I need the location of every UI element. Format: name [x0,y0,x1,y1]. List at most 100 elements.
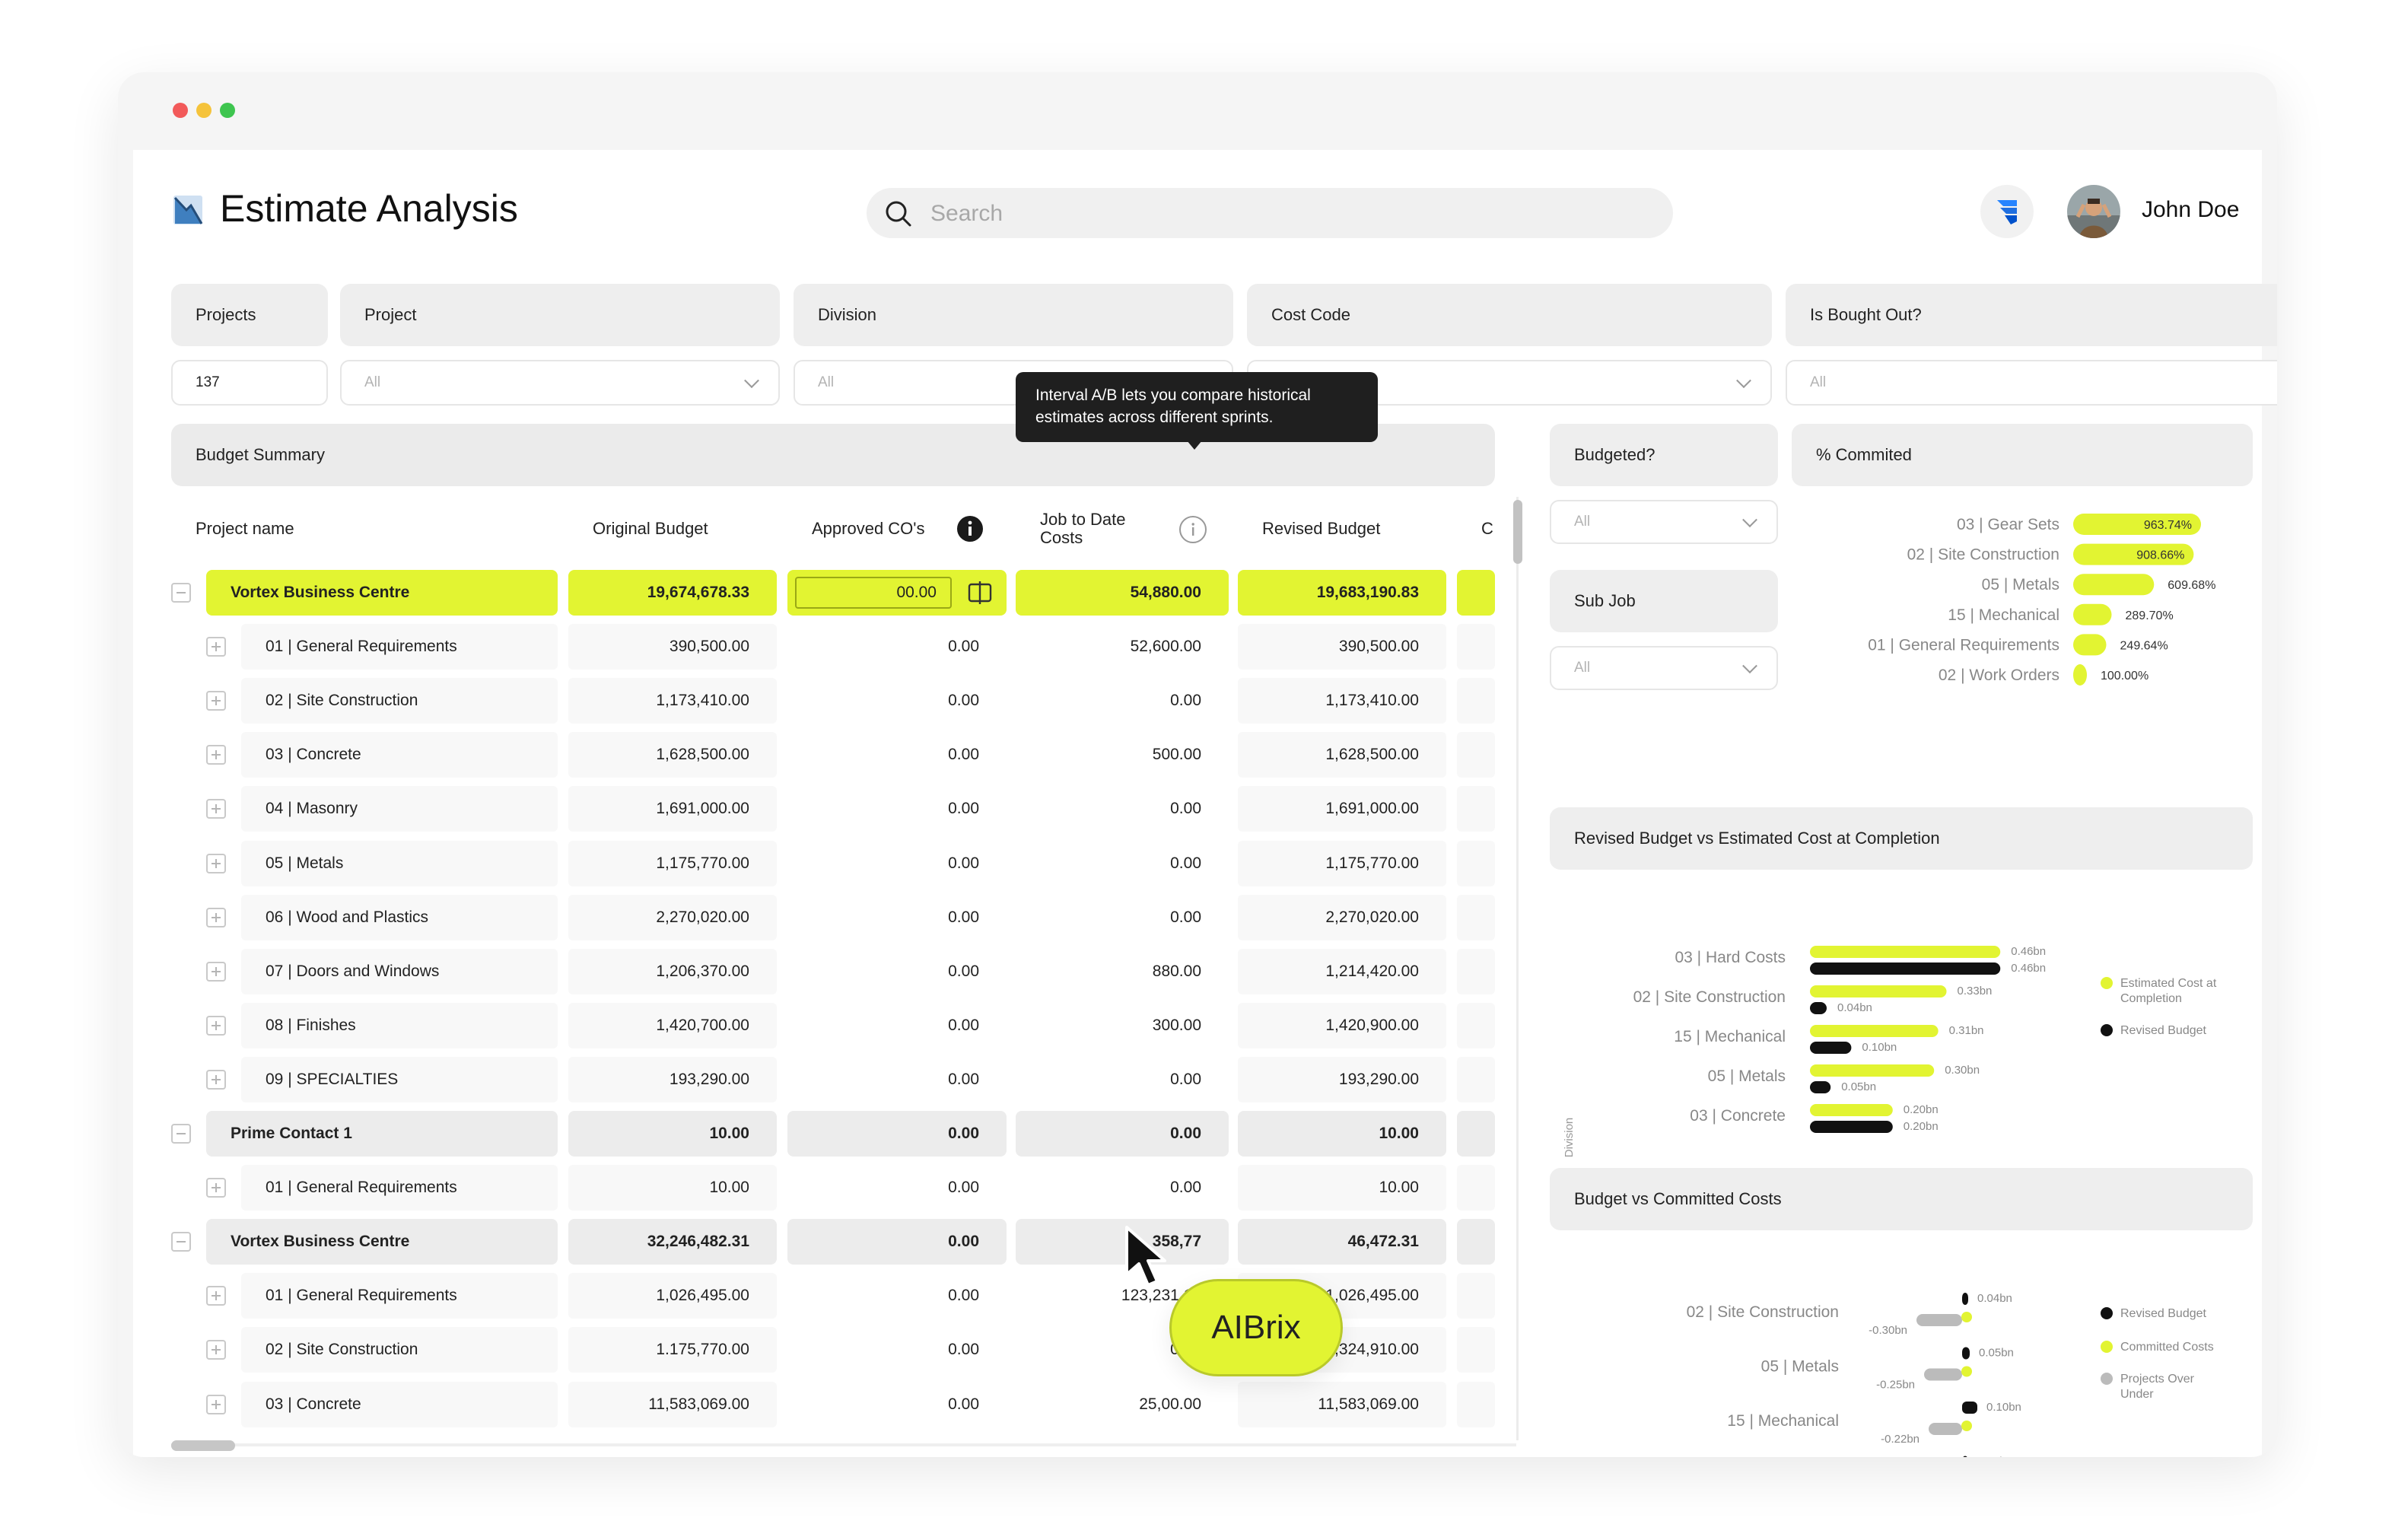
cell-approved: 0.00 [787,949,1007,994]
cell-original: 1,420,700.00 [568,1003,777,1048]
collapse-toggle-icon[interactable] [171,1124,191,1144]
cell-revised: 390,500.00 [1238,624,1446,670]
expand-toggle-icon[interactable] [206,691,226,711]
cell-jtd: 0.00 [1016,1111,1229,1157]
collapse-toggle-icon[interactable] [171,583,191,603]
cell-committed-truncated [1457,624,1495,670]
expand-toggle-icon[interactable] [206,1016,226,1036]
compare-interval-icon[interactable] [967,580,993,606]
col-revised-budget[interactable]: Revised Budget [1238,497,1446,561]
vertical-scrollbar[interactable] [1513,500,1522,564]
minimize-dot[interactable] [196,103,212,118]
vertical-scroll-track [1516,497,1519,1440]
budgeted-select[interactable]: All [1550,500,1778,544]
chart1-bar-label: 0.20bn [1904,1103,1939,1116]
aibrix-badge[interactable]: AIBrix [1169,1279,1343,1376]
collapse-toggle-icon[interactable] [171,1232,191,1252]
col-original-budget[interactable]: Original Budget [568,497,777,561]
percent-committed-label: 01 | General Requirements [1868,636,2059,654]
expand-toggle-icon[interactable] [206,637,226,657]
chart2-legend-label: Revised Budget [2120,1307,2207,1320]
row-project-name: 02 | Site Construction [241,1327,558,1373]
percent-committed-chart: 03 | Gear Sets 963.74% 02 | Site Construct… [1868,514,2215,686]
chevron-down-icon [1742,658,1757,674]
percent-committed-value: 963.74% [2144,519,2192,532]
cell-original: 1,691,000.00 [568,786,777,832]
expand-toggle-icon[interactable] [206,1395,226,1414]
chart-logo-icon [173,196,203,224]
chart1-bar [1810,1121,1893,1133]
col-committed-truncated[interactable]: C [1457,497,1495,561]
chart1-bar-label: 0.20bn [1904,1120,1939,1133]
avatar[interactable] [2067,185,2120,238]
chart2-bar-over-under [1916,1314,1962,1326]
chart1-bar [1810,1081,1831,1093]
chart2-bar-revised [1962,1347,1970,1360]
cell-original: 19,674,678.33 [568,570,777,616]
chart1-legend-label: Estimated Cost at Completion [2120,977,2217,1005]
cell-committed-truncated [1457,1111,1495,1157]
percent-committed-label: 02 | Site Construction [1907,546,2059,564]
expand-toggle-icon[interactable] [206,799,226,819]
app-window: Estimate Analysis Search John Doe Projec… [118,72,2277,1457]
integration-button[interactable] [1980,185,2034,238]
cell-jtd: 0.00 [1016,1057,1229,1102]
cell-committed-truncated [1457,1327,1495,1373]
col-job-to-date[interactable]: Job to Date Costs [1016,497,1229,561]
chart2-category-label: 02 | Site Construction [1687,1303,1839,1321]
chart2-bar-label: -0.25bn [1876,1379,1915,1392]
cell-approved: 0.00 [787,1382,1007,1427]
expand-toggle-icon[interactable] [206,1286,226,1306]
filter-label-bought-out: Is Bought Out? [1786,284,2277,346]
percent-committed-value: 100.00% [2101,670,2149,682]
percent-committed-value: 249.64% [2120,639,2168,652]
cell-jtd: 0.00 [1016,895,1229,940]
approved-co-input[interactable]: 00.00 [787,570,1007,616]
chart1-bar-label: 0.04bn [1837,1001,1872,1014]
percent-committed-label: 02 | Work Orders [1939,667,2059,684]
col-approved-cos[interactable]: Approved CO's [787,497,1007,561]
expand-toggle-icon[interactable] [206,1340,226,1360]
chart2-legend-swatch [2101,1307,2113,1319]
cell-revised: 1,691,000.00 [1238,786,1446,832]
expand-toggle-icon[interactable] [206,1178,226,1198]
chart2-bar-label: -0.30bn [1869,1324,1907,1337]
expand-toggle-icon[interactable] [206,1070,226,1090]
chart2-bar-label: 0.10bn [1986,1401,2021,1414]
cell-approved: 0.00 [787,786,1007,832]
window-controls [173,103,235,118]
percent-committed-label: 05 | Metals [1982,576,2059,593]
row-project-name: 05 | Metals [241,841,558,886]
expand-toggle-icon[interactable] [206,908,226,928]
cell-jtd: 0.00 [1016,678,1229,724]
bought-out-select[interactable]: All [1786,360,2277,406]
sub-job-select[interactable]: All [1550,646,1778,690]
percent-committed-label: 15 | Mechanical [1948,606,2059,624]
project-select[interactable]: All [340,360,780,406]
filter-label-projects: Projects [171,284,328,346]
chart1-category-label: 05 | Metals [1708,1068,1786,1085]
chart1-bar [1810,1002,1827,1014]
bought-out-select-value: All [1810,374,1827,390]
row-project-name: 07 | Doors and Windows [241,949,558,994]
search-bar[interactable]: Search [867,188,1673,238]
cell-jtd: 0.00 [1016,1165,1229,1211]
expand-toggle-icon[interactable] [206,962,226,982]
horizontal-scrollbar[interactable] [171,1440,235,1451]
info-filled-icon[interactable] [956,515,984,542]
cell-committed-truncated [1457,1219,1495,1265]
expand-toggle-icon[interactable] [206,854,226,873]
cell-approved: 0.00 [787,1111,1007,1157]
cell-revised: 2,270,020.00 [1238,895,1446,940]
approved-co-input-field[interactable]: 00.00 [795,577,952,609]
info-outline-icon[interactable] [1178,515,1207,544]
projects-count-field[interactable]: 137 [171,360,328,406]
filter-label-budgeted: Budgeted? [1550,424,1778,486]
expand-toggle-icon[interactable] [206,745,226,765]
maximize-dot[interactable] [220,103,235,118]
chart2-bar-over-under [1929,1423,1962,1435]
cell-approved: 0.00 [787,624,1007,670]
percent-committed-bar [2073,603,2112,625]
col-project-name[interactable]: Project name [171,497,558,561]
close-dot[interactable] [173,103,188,118]
